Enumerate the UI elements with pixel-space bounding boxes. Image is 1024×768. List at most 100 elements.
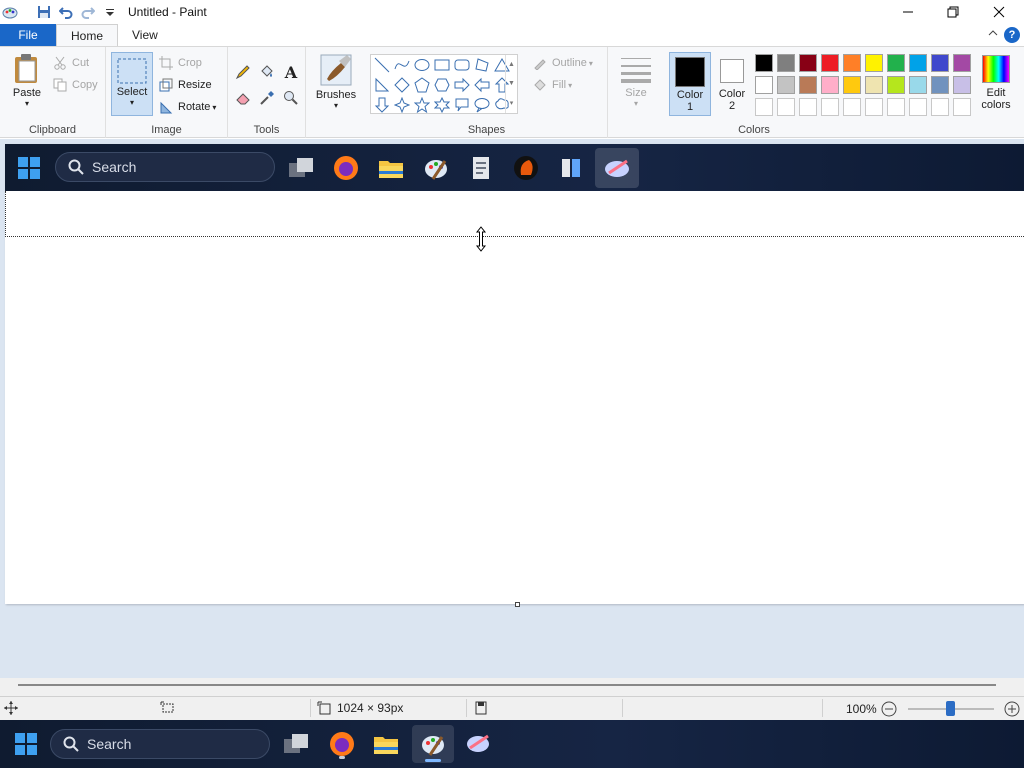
color-swatch[interactable] — [843, 76, 861, 94]
rounded-rectangle-shape-icon[interactable] — [453, 56, 471, 74]
oval-callout-shape-icon[interactable] — [473, 96, 491, 114]
copy-button[interactable]: Copy — [52, 76, 98, 94]
taskbar-file-explorer[interactable] — [368, 728, 404, 760]
right-triangle-shape-icon[interactable] — [373, 76, 391, 94]
color-picker-icon[interactable] — [258, 89, 276, 107]
paste-button[interactable]: Paste ▾ — [8, 53, 46, 108]
polygon-shape-icon[interactable] — [473, 56, 491, 74]
cut-button[interactable]: Cut — [52, 54, 89, 72]
pentagon-shape-icon[interactable] — [413, 76, 431, 94]
select-button[interactable]: Select ▾ — [111, 52, 153, 116]
down-arrow-shape-icon[interactable] — [373, 96, 391, 114]
undo-icon[interactable] — [56, 2, 76, 22]
five-point-star-shape-icon[interactable] — [413, 96, 431, 114]
color-swatch[interactable] — [931, 98, 949, 116]
chevron-up-icon[interactable]: ▲ — [508, 61, 515, 68]
taskbar-firefox[interactable] — [324, 728, 360, 760]
color-swatch[interactable] — [799, 98, 817, 116]
close-button[interactable] — [976, 0, 1022, 24]
color-swatch[interactable] — [931, 54, 949, 72]
color-swatch[interactable] — [909, 76, 927, 94]
edit-colors-button[interactable]: Edit colors — [976, 55, 1016, 111]
right-arrow-shape-icon[interactable] — [453, 76, 471, 94]
color-swatch[interactable] — [755, 98, 773, 116]
gallery-expand-icon[interactable]: ▾ — [510, 99, 514, 107]
tab-home[interactable]: Home — [56, 24, 119, 46]
color-swatch[interactable] — [887, 98, 905, 116]
color-swatch[interactable] — [821, 98, 839, 116]
taskbar-paint[interactable] — [412, 725, 454, 763]
zoom-slider-thumb[interactable] — [946, 701, 955, 716]
color-swatch[interactable] — [931, 76, 949, 94]
color-swatch[interactable] — [909, 54, 927, 72]
color-swatch[interactable] — [843, 54, 861, 72]
pencil-icon[interactable] — [234, 63, 252, 81]
color-swatch[interactable] — [843, 98, 861, 116]
hexagon-shape-icon[interactable] — [433, 76, 451, 94]
restore-button[interactable] — [930, 0, 976, 24]
fill-bucket-icon[interactable] — [258, 63, 276, 81]
zoom-in-button[interactable] — [1004, 701, 1020, 717]
color1-button[interactable]: Color 1 — [669, 52, 711, 116]
rectangle-shape-icon[interactable] — [433, 56, 451, 74]
color-swatch[interactable] — [865, 54, 883, 72]
minimize-ribbon-icon[interactable] — [988, 26, 998, 40]
color-swatch[interactable] — [799, 54, 817, 72]
magnifier-icon[interactable] — [282, 89, 300, 107]
color2-button[interactable]: Color 2 — [713, 52, 751, 116]
color-swatch[interactable] — [777, 76, 795, 94]
scrollbar-thumb[interactable] — [18, 684, 996, 686]
brushes-button[interactable]: Brushes ▾ — [314, 53, 358, 110]
text-tool-icon[interactable]: A — [282, 63, 300, 82]
save-icon[interactable] — [34, 2, 54, 22]
color-swatch[interactable] — [821, 54, 839, 72]
color-swatch[interactable] — [865, 98, 883, 116]
tab-view[interactable]: View — [118, 24, 172, 46]
zoom-out-button[interactable] — [881, 701, 897, 717]
task-view-button[interactable] — [278, 728, 314, 760]
help-button[interactable]: ? — [1004, 27, 1020, 43]
chevron-down-icon[interactable]: ▼ — [508, 80, 515, 87]
left-arrow-shape-icon[interactable] — [473, 76, 491, 94]
rounded-callout-shape-icon[interactable] — [453, 96, 471, 114]
minimize-button[interactable] — [885, 0, 931, 24]
size-button[interactable]: Size ▾ — [618, 55, 654, 108]
color-swatch[interactable] — [953, 76, 971, 94]
start-button[interactable] — [8, 728, 44, 760]
tab-file[interactable]: File — [0, 24, 56, 46]
line-shape-icon[interactable] — [373, 56, 391, 74]
color-swatch[interactable] — [777, 98, 795, 116]
color-swatch[interactable] — [865, 76, 883, 94]
crop-button[interactable]: Crop — [158, 54, 202, 72]
oval-shape-icon[interactable] — [413, 56, 431, 74]
horizontal-scrollbar[interactable] — [0, 678, 1024, 696]
selection-rectangle[interactable] — [5, 191, 1024, 237]
color-swatch[interactable] — [755, 54, 773, 72]
drawing-canvas[interactable]: Search — [5, 144, 1024, 607]
fill-button[interactable]: Fill ▾ — [532, 76, 572, 94]
redo-icon[interactable] — [78, 2, 98, 22]
eraser-icon[interactable] — [234, 89, 252, 107]
color-swatch[interactable] — [953, 98, 971, 116]
color-swatch[interactable] — [887, 54, 905, 72]
diamond-shape-icon[interactable] — [393, 76, 411, 94]
customize-toolbar-icon[interactable] — [100, 2, 120, 22]
color-swatch[interactable] — [887, 76, 905, 94]
paint-app-icon[interactable] — [0, 2, 20, 22]
color-swatch[interactable] — [777, 54, 795, 72]
color-swatch[interactable] — [909, 98, 927, 116]
color-swatch[interactable] — [755, 76, 773, 94]
taskbar-search-box[interactable]: Search — [50, 729, 270, 759]
taskbar-paint-app[interactable] — [460, 728, 496, 760]
resize-button[interactable]: Resize — [158, 76, 212, 94]
color-swatch[interactable] — [799, 76, 817, 94]
shapes-scroll[interactable]: ▲ ▼ ▾ — [505, 55, 517, 113]
four-point-star-shape-icon[interactable] — [393, 96, 411, 114]
outline-button[interactable]: Outline ▾ — [532, 54, 593, 72]
rotate-button[interactable]: Rotate ▾ — [158, 98, 216, 116]
six-point-star-shape-icon[interactable] — [433, 96, 451, 114]
canvas-resize-handle[interactable] — [515, 602, 520, 607]
zoom-slider[interactable] — [908, 701, 994, 716]
color-swatch[interactable] — [821, 76, 839, 94]
curve-shape-icon[interactable] — [393, 56, 411, 74]
